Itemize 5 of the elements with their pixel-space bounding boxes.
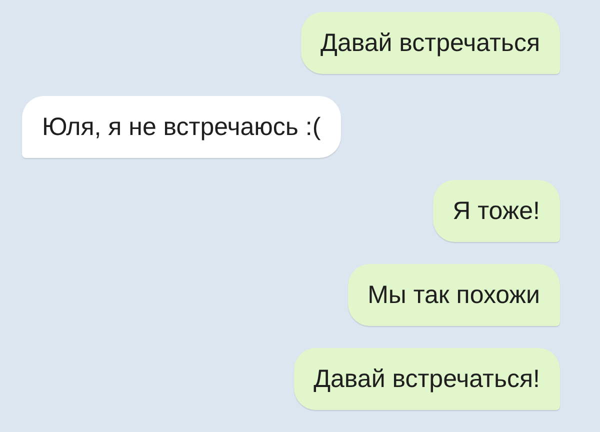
outgoing-message: Я тоже! [432, 180, 560, 242]
incoming-message: Юля, я не встречаюсь :( [22, 96, 341, 158]
outgoing-message: Мы так похожи [348, 264, 560, 326]
outgoing-message: Давай встречаться! [294, 348, 560, 410]
outgoing-message: Давай встречаться [300, 12, 560, 74]
